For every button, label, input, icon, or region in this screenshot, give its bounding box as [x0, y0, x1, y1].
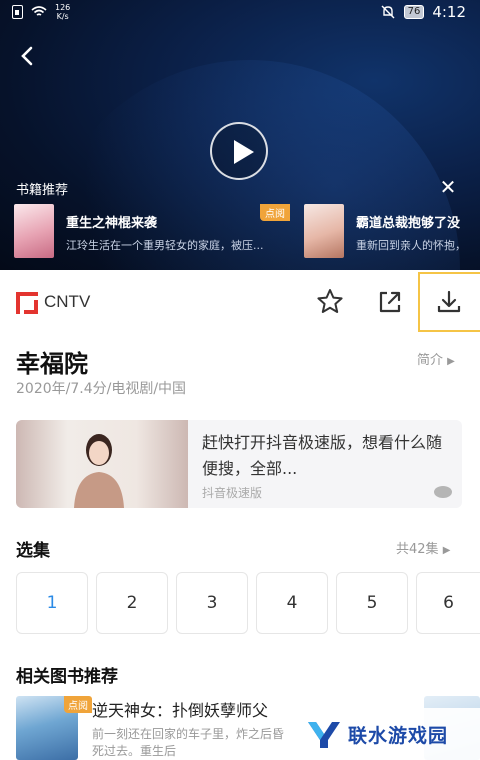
network-speed: 126 K/s	[55, 3, 71, 21]
book-cover-image	[14, 204, 54, 258]
battery-indicator: 76	[403, 5, 425, 19]
back-icon[interactable]	[14, 42, 42, 70]
book-recommend-title: 书籍推荐	[16, 183, 69, 198]
ad-image	[16, 420, 188, 508]
episode-button[interactable]: 1	[16, 572, 88, 634]
episode-button[interactable]: 3	[176, 572, 248, 634]
star-icon[interactable]	[314, 286, 346, 318]
book-rec-card[interactable]: 重生之神棍来袭 江玲生活在一个重男轻女的家庭，被压... 点阅	[14, 204, 290, 260]
episode-button[interactable]: 4	[256, 572, 328, 634]
watermark-text: 联水游戏园	[348, 724, 449, 747]
watermark: 联水游戏园	[296, 708, 480, 760]
book-rec-desc: 重新回到亲人的怀抱，	[356, 239, 466, 252]
info-bar: CNTV	[0, 270, 480, 332]
download-icon[interactable]	[433, 286, 465, 318]
video-player[interactable]: 126 K/s 76 4:12 书籍推荐 ✕ 重生之神棍来袭 江玲生活在一个重男…	[0, 0, 480, 270]
watermark-logo-icon	[308, 722, 340, 748]
episode-count[interactable]: 共42集 ▶	[396, 538, 450, 557]
episode-count-label: 共42集	[396, 542, 439, 557]
mute-bell-icon	[381, 5, 395, 19]
ad-source: 抖音极速版	[202, 486, 263, 500]
show-title: 幸福院	[16, 350, 88, 378]
related-books-title: 相关图书推荐	[16, 667, 118, 687]
chevron-right-icon: ▶	[447, 356, 455, 367]
brief-label: 简介	[417, 353, 444, 368]
book-desc: 前一刻还在回家的车子里，炸之后昏死过去。重生后	[92, 727, 285, 758]
brief-link[interactable]: 简介 ▶	[417, 349, 455, 368]
book-rec-desc: 江玲生活在一个重男轻女的家庭，被压...	[66, 239, 264, 252]
episode-button[interactable]: 2	[96, 572, 168, 634]
book-cover-image	[304, 204, 344, 258]
eye-icon[interactable]	[434, 486, 452, 498]
book-rec-card[interactable]: 霸道总裁抱够了没 重新回到亲人的怀抱，	[304, 204, 480, 260]
ad-card[interactable]: 赶快打开抖音极速版，想看什么随便搜，全部... 抖音极速版	[16, 420, 462, 508]
close-icon[interactable]: ✕	[438, 177, 458, 198]
play-button[interactable]	[210, 122, 268, 180]
episodes-title: 选集	[16, 541, 50, 561]
book-rec-name: 重生之神棍来袭	[66, 216, 158, 231]
hot-tag: 点阅	[64, 696, 92, 713]
ad-text: 赶快打开抖音极速版，想看什么随便搜，全部...	[202, 433, 443, 478]
hot-tag: 点阅	[260, 204, 290, 221]
sim-card-icon	[12, 5, 23, 19]
episode-button[interactable]: 6	[416, 572, 480, 634]
brand-name: CNTV	[44, 292, 91, 311]
cntv-logo	[16, 292, 38, 314]
book-name[interactable]: 逆天神女：扑倒妖孽师父	[92, 697, 268, 721]
episode-button[interactable]: 5	[336, 572, 408, 634]
clock: 4:12	[432, 3, 466, 21]
book-rec-name: 霸道总裁抱够了没	[356, 216, 461, 231]
show-meta: 2020年/7.4分/电视剧/中国	[16, 381, 187, 397]
share-icon[interactable]	[374, 286, 406, 318]
status-bar: 126 K/s 76 4:12	[0, 0, 480, 26]
wifi-icon	[31, 6, 47, 16]
chevron-right-icon: ▶	[442, 545, 451, 556]
